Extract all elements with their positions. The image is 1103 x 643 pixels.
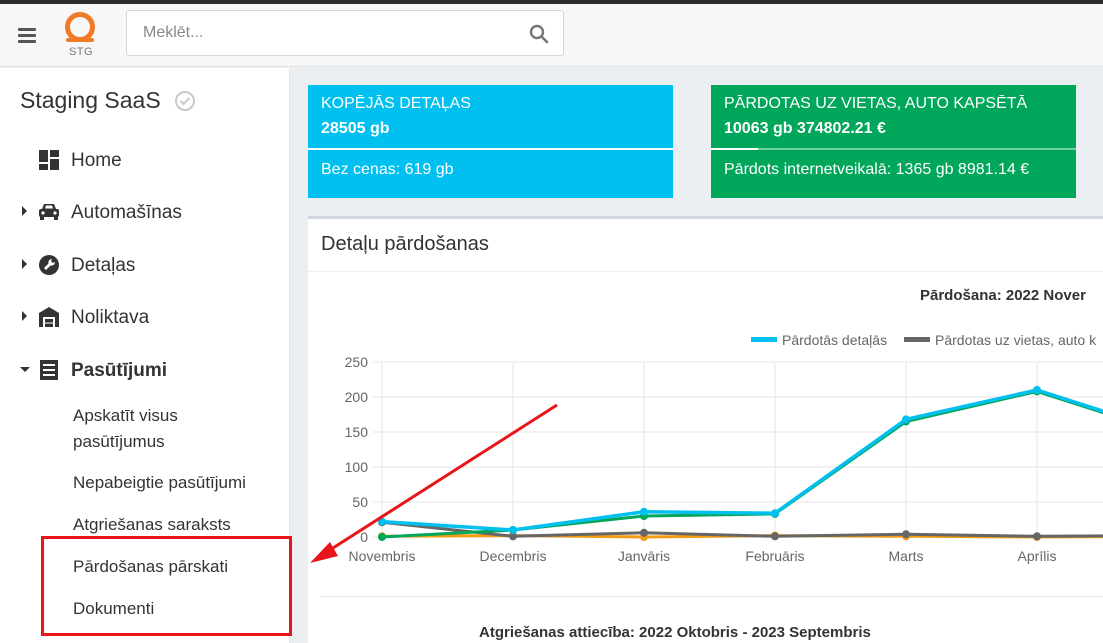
stat-card-progress-fill [308, 148, 673, 150]
sidebar-item-label: Detaļas [71, 255, 136, 276]
sidebar-item-parts[interactable]: Detaļas [0, 245, 290, 285]
list-icon [40, 360, 58, 380]
x-tick-label: Janvāris [618, 548, 670, 564]
sidebar-item-label: Noliktava [71, 307, 150, 328]
legend-label: Pārdotās detaļās [782, 332, 887, 348]
stat-card-value: 28505 gb [321, 120, 390, 137]
data-point [378, 533, 386, 541]
data-point [640, 507, 648, 516]
stat-card-footer: Bez cenas: 619 gb [321, 161, 454, 178]
sales-panel: Detaļu pārdošanas Pārdošana: 2022 Nover … [308, 216, 1103, 643]
series-line [381, 388, 1103, 532]
sidebar-item-cars[interactable]: Automašīnas [0, 192, 290, 232]
stat-card-title: PĀRDOTAS UZ VIETAS, AUTO KAPSĒTĀ [724, 95, 1028, 112]
sidebar-item-orders[interactable]: Pasūtījumi [0, 350, 290, 390]
submenu-returns-list[interactable]: Atgriešanas saraksts [73, 512, 273, 538]
sidebar-item-warehouse[interactable]: Noliktava [0, 297, 290, 337]
caret-right-icon [22, 259, 27, 269]
search-icon[interactable] [529, 24, 549, 44]
verified-check-icon [175, 91, 195, 111]
logo-tail [66, 38, 94, 42]
sales-line-chart: 0 50 100 150 200 250 Novembris Decembris Janvāri… [345, 332, 1103, 564]
series-line [381, 389, 1103, 539]
data-point [640, 528, 648, 537]
sidebar-item-label: Pasūtījumi [71, 360, 168, 381]
submenu-unfinished-orders[interactable]: Nepabeigtie pasūtījumi [73, 470, 273, 496]
stat-card-value: 10063 gb 374802.21 € [724, 120, 886, 137]
chart-divider [321, 596, 1103, 597]
data-point [378, 517, 386, 526]
y-tick-label: 0 [360, 529, 368, 545]
wrench-icon [39, 255, 59, 275]
stat-card-progress [711, 148, 1076, 150]
caret-right-icon [22, 206, 27, 216]
data-point [771, 509, 779, 518]
legend-swatch [904, 337, 930, 342]
x-tick-label: Aprīlis [1018, 548, 1057, 564]
car-icon [39, 204, 59, 220]
highlight-box-annotation [41, 536, 292, 636]
warehouse-icon [39, 307, 59, 327]
data-point [902, 415, 910, 424]
y-tick-label: 150 [345, 424, 369, 440]
x-tick-label: Februāris [745, 548, 804, 564]
y-tick-label: 200 [345, 389, 369, 405]
y-tick-label: 50 [352, 494, 368, 510]
hamburger-menu-icon[interactable] [18, 28, 36, 43]
caret-right-icon [22, 311, 27, 321]
legend-swatch [751, 337, 777, 342]
x-tick-label: Novembris [349, 548, 416, 564]
sidebar-item-label: Home [71, 150, 122, 171]
x-tick-label: Decembris [480, 548, 547, 564]
top-navbar: STG [0, 4, 1103, 67]
search-box [126, 10, 564, 56]
data-point [902, 530, 910, 539]
sidebar-item-label: Automašīnas [71, 202, 182, 223]
stat-card-sold-onsite: PĀRDOTAS UZ VIETAS, AUTO KAPSĒTĀ 10063 g… [711, 85, 1076, 198]
data-point [1033, 386, 1041, 394]
stat-card-progress-fill [711, 148, 759, 150]
data-point [509, 526, 517, 534]
data-point [1033, 532, 1041, 541]
search-input[interactable] [127, 11, 517, 55]
caret-down-icon [20, 367, 30, 372]
submenu-view-all-orders[interactable]: Apskatīt visus pasūtījumus [73, 403, 273, 455]
logo-text: STG [68, 46, 94, 58]
dashboard-icon [39, 150, 59, 170]
returns-chart-title: Atgriešanas attiecība: 2022 Oktobris - 2… [479, 624, 871, 641]
x-tick-label: Marts [889, 548, 924, 564]
sidebar-item-home[interactable]: Home [0, 140, 290, 180]
brand-title: Staging SaaS [20, 87, 161, 113]
main-content: KOPĒJĀS DETAĻAS 28505 gb Bez cenas: 619 … [290, 68, 1103, 643]
legend-label: Pārdotas uz vietas, auto k [935, 332, 1097, 348]
stat-card-total-parts: KOPĒJĀS DETAĻAS 28505 gb Bez cenas: 619 … [308, 85, 673, 198]
y-tick-label: 100 [345, 459, 369, 475]
stg-logo[interactable]: STG [61, 10, 101, 60]
y-tick-label: 250 [345, 354, 369, 370]
stat-card-footer: Pārdots internetveikalā: 1365 gb 8981.14… [724, 161, 1030, 178]
stat-card-progress [308, 148, 673, 150]
data-point [771, 532, 779, 541]
stat-card-title: KOPĒJĀS DETAĻAS [321, 95, 471, 112]
